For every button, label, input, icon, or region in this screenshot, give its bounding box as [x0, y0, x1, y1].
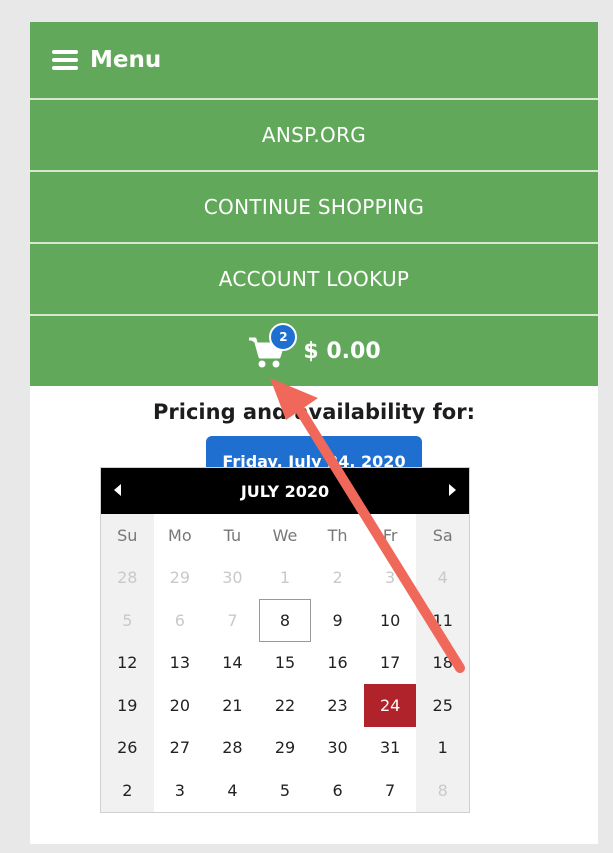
calendar-day: 5: [101, 599, 154, 642]
calendar-day[interactable]: 31: [364, 727, 417, 770]
weekday-label: Fr: [382, 525, 398, 545]
calendar-day[interactable]: 3: [154, 769, 207, 812]
calendar-day: 7: [227, 610, 238, 630]
calendar-day[interactable]: 28: [206, 727, 259, 770]
calendar-day[interactable]: 1: [416, 726, 469, 769]
calendar-header: JULY 2020: [101, 468, 469, 514]
calendar-day[interactable]: 27: [154, 727, 207, 770]
calendar-day[interactable]: 20: [154, 684, 207, 727]
calendar-day[interactable]: 26: [101, 726, 154, 769]
calendar-month-label: JULY 2020: [240, 481, 330, 501]
calendar-day[interactable]: 5: [259, 769, 312, 812]
calendar-day: 4: [416, 556, 469, 599]
calendar-day[interactable]: 29: [259, 727, 312, 770]
calendar-day[interactable]: 10: [364, 599, 417, 642]
calendar-day[interactable]: 18: [416, 641, 469, 684]
calendar-day[interactable]: 4: [206, 769, 259, 812]
calendar-day[interactable]: 2: [101, 769, 154, 812]
hamburger-icon: [52, 46, 78, 74]
nav-item-ansp[interactable]: ANSP.ORG: [30, 98, 598, 170]
calendar-day[interactable]: 14: [206, 642, 259, 685]
calendar-day[interactable]: 6: [311, 769, 364, 812]
calendar-day: 3: [385, 568, 396, 588]
calendar-days: 28 29 30 1 2 3 4 5 6 7 8 9 10 11 12 13 14 15 16 17 18 19 20 21 2…: [101, 556, 469, 812]
cart-summary[interactable]: 2 $ 0.00: [30, 314, 598, 386]
chevron-right-icon[interactable]: [445, 482, 459, 501]
calendar-day[interactable]: 11: [416, 599, 469, 642]
menu-toggle[interactable]: Menu: [30, 22, 598, 98]
calendar-weekdays: Su Mo Tu We Th Fr Sa: [101, 514, 469, 557]
calendar-day[interactable]: 9: [311, 599, 364, 642]
calendar-day[interactable]: 15: [259, 642, 312, 685]
menu-label: Menu: [90, 47, 162, 73]
nav-item-continue-shopping[interactable]: CONTINUE SHOPPING: [30, 170, 598, 242]
nav-item-account-lookup[interactable]: ACCOUNT LOOKUP: [30, 242, 598, 314]
nav-item-label: ACCOUNT LOOKUP: [218, 267, 410, 291]
shopping-cart-icon[interactable]: 2: [247, 323, 298, 371]
nav-item-label: ANSP.ORG: [261, 123, 367, 147]
calendar-day[interactable]: 22: [259, 684, 312, 727]
calendar-day[interactable]: 24: [363, 684, 417, 727]
calendar-day: 1: [279, 568, 291, 588]
calendar-day[interactable]: 17: [364, 642, 417, 685]
calendar-day: 2: [332, 568, 343, 588]
weekday-label: Sa: [416, 514, 469, 557]
calendar-day: 30: [222, 568, 243, 588]
weekday-label: Tu: [223, 525, 242, 545]
weekday-label: We: [272, 525, 298, 545]
weekday-label: Th: [327, 525, 348, 545]
calendar-day[interactable]: 12: [101, 641, 154, 684]
calendar-day[interactable]: 16: [311, 642, 364, 685]
calendar-day: 28: [101, 556, 154, 599]
weekday-label: Mo: [168, 525, 192, 545]
cart-total: $ 0.00: [303, 338, 381, 364]
weekday-label: Su: [101, 514, 154, 557]
calendar-day[interactable]: 7: [364, 769, 417, 812]
calendar-day: 29: [169, 568, 191, 588]
calendar-day: 6: [174, 610, 185, 630]
calendar-day[interactable]: 23: [311, 684, 364, 727]
chevron-left-icon[interactable]: [111, 482, 125, 501]
nav-item-label: CONTINUE SHOPPING: [203, 195, 425, 219]
cart-count-badge: 2: [269, 323, 298, 351]
calendar-day[interactable]: 25: [416, 684, 469, 727]
calendar: JULY 2020 Su Mo Tu We Th Fr Sa 28 29 30 1 2 3 4 5 6 7 8 9…: [100, 467, 470, 813]
calendar-day: 8: [416, 769, 469, 812]
pricing-label: Pricing and availability for:: [153, 400, 475, 424]
calendar-day[interactable]: 13: [154, 642, 207, 685]
calendar-day[interactable]: 8: [258, 599, 312, 642]
calendar-day[interactable]: 19: [101, 684, 154, 727]
calendar-day[interactable]: 21: [206, 684, 259, 727]
calendar-day[interactable]: 30: [311, 727, 364, 770]
